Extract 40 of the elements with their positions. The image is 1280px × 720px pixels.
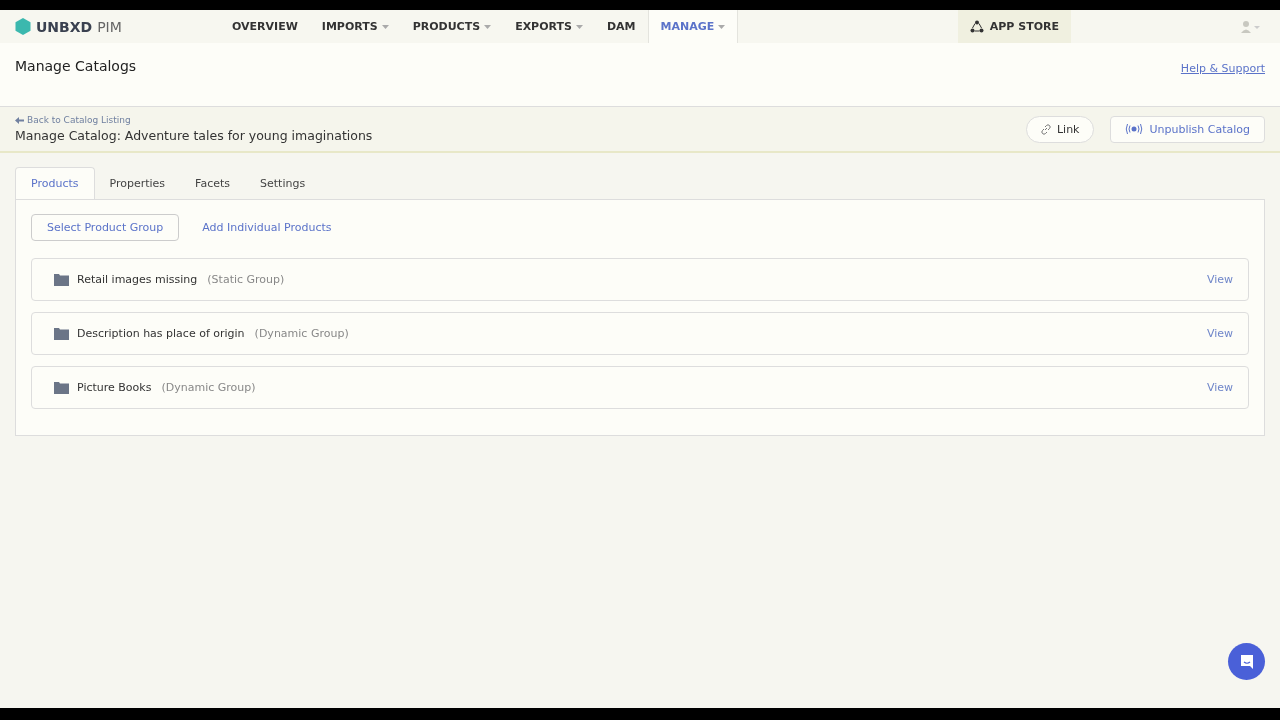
link-button[interactable]: Link [1025,115,1095,143]
brand-suffix: PIM [97,18,122,35]
group-type: (Dynamic Group) [254,327,349,340]
folder-icon [54,381,69,394]
group-type: (Dynamic Group) [161,381,256,394]
nav-item[interactable]: EXPORTS [503,10,595,43]
tab[interactable]: Products [15,167,95,199]
back-link[interactable]: Back to Catalog Listing [15,115,373,125]
nav-item[interactable]: IMPORTS [309,10,401,43]
group-name: Picture Books [77,381,152,394]
group-name: Description has place of origin [77,327,245,340]
nav-item[interactable]: PRODUCTS [400,10,504,43]
subtab[interactable]: Add Individual Products [187,214,347,241]
tab[interactable]: Properties [94,167,181,199]
chat-icon [1238,653,1255,670]
nav-item[interactable]: DAM [594,10,648,43]
group-type: (Static Group) [207,273,285,286]
nav-item[interactable]: OVERVIEW [220,10,310,43]
folder-icon [54,273,69,286]
broadcast-icon [1125,124,1144,134]
view-link[interactable]: View [1206,327,1233,340]
subtab[interactable]: Select Product Group [31,214,180,241]
help-support-link[interactable]: Help & Support [1180,62,1265,75]
page-title: Manage Catalogs [15,58,137,74]
tab[interactable]: Settings [245,167,321,199]
tab[interactable]: Facets [180,167,245,199]
hexagon-logo-icon [15,18,31,35]
link-icon [1040,123,1051,135]
arrow-left-icon [15,116,24,124]
nav-item[interactable]: MANAGE [647,10,739,43]
apps-icon [969,20,984,33]
view-link[interactable]: View [1206,273,1233,286]
folder-icon [54,327,69,340]
group-name: Retail images missing [77,273,198,286]
catalog-title: Manage Catalog: Adventure tales for young imaginations [15,128,373,143]
brand-name: UNBXD [36,18,93,35]
app-store-button[interactable]: APP STORE [957,10,1071,43]
view-link[interactable]: View [1206,381,1233,394]
unpublish-button[interactable]: Unpublish Catalog [1110,115,1265,143]
chat-button[interactable] [1228,643,1265,680]
